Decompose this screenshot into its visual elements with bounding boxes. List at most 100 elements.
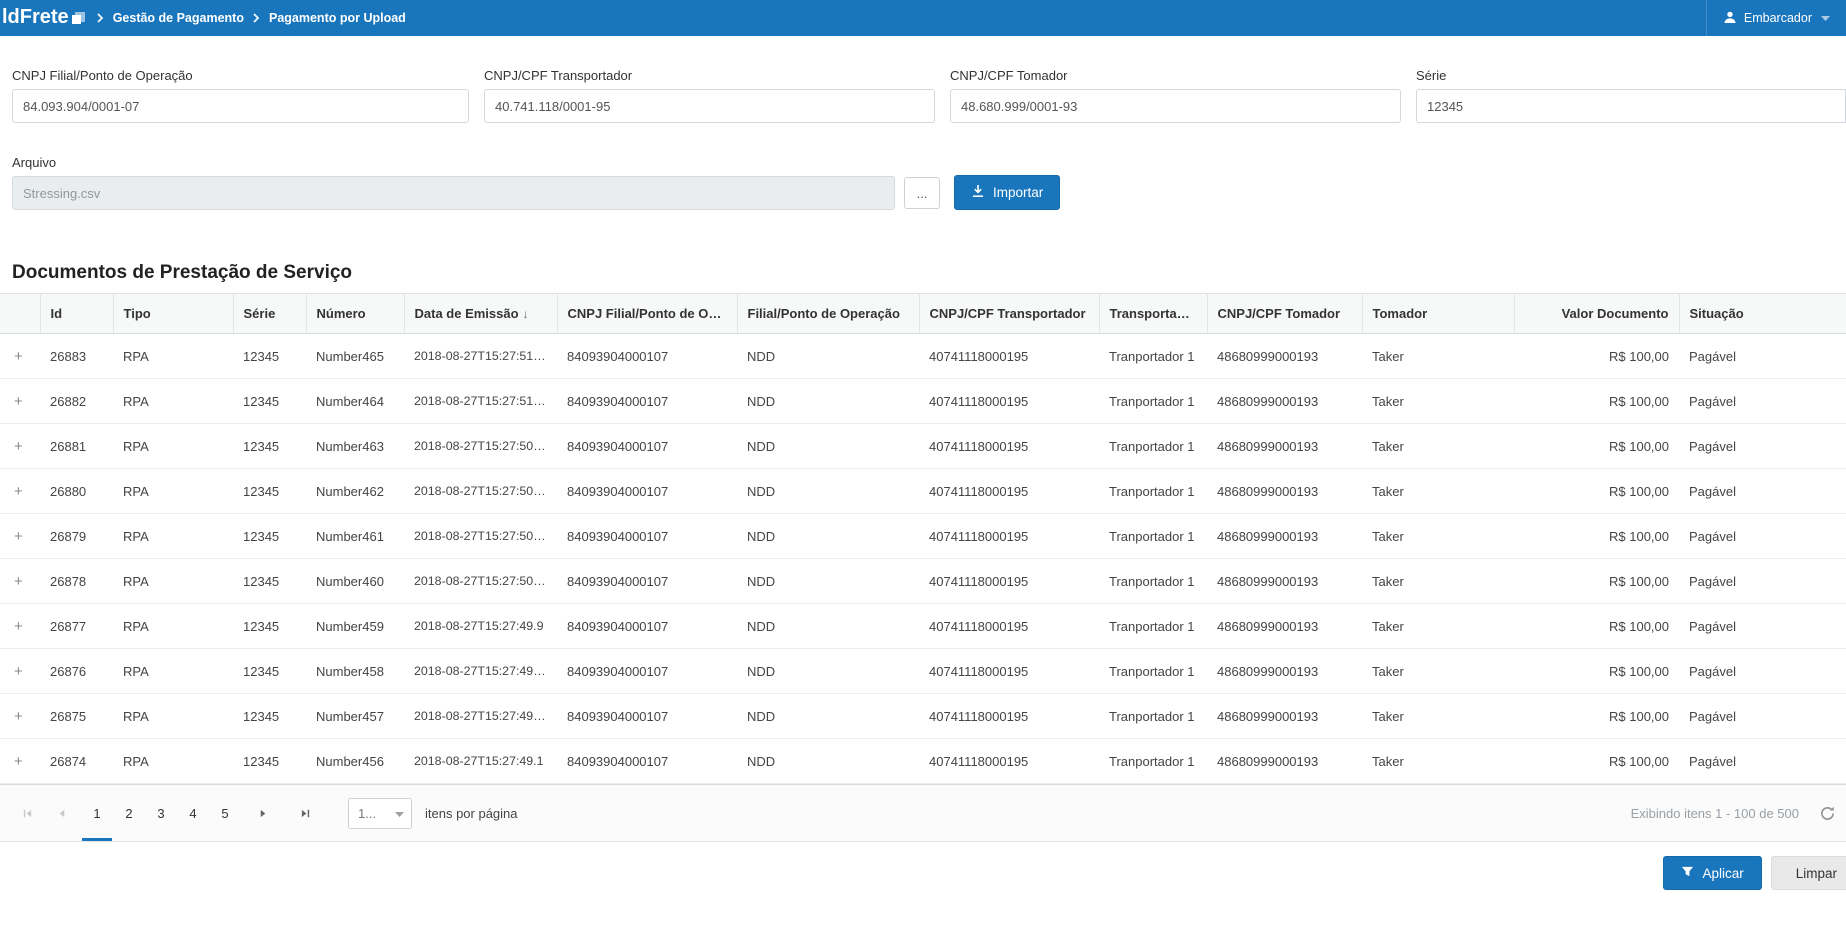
table-cell: 12345 bbox=[233, 694, 306, 739]
table-cell: Taker bbox=[1362, 379, 1514, 424]
filters-form: CNPJ Filial/Ponto de Operação CNPJ/CPF T… bbox=[0, 36, 1846, 210]
table-row: +26880RPA12345Number4622018-08-27T15:27:… bbox=[0, 469, 1846, 514]
page-button-2[interactable]: 2 bbox=[114, 785, 144, 841]
page-button-1[interactable]: 1 bbox=[82, 785, 112, 841]
table-cell: Tranportador 1 bbox=[1099, 469, 1207, 514]
table-cell: Pagável bbox=[1679, 559, 1846, 604]
table-cell: 84093904000107 bbox=[557, 424, 737, 469]
table-cell: Taker bbox=[1362, 559, 1514, 604]
expand-row-button[interactable]: + bbox=[0, 604, 40, 649]
table-cell: RPA bbox=[113, 604, 233, 649]
cnpj-filial-label: CNPJ Filial/Ponto de Operação bbox=[12, 68, 469, 83]
prev-page-button[interactable] bbox=[48, 800, 74, 826]
table-cell: Tranportador 1 bbox=[1099, 604, 1207, 649]
expand-row-button[interactable]: + bbox=[0, 694, 40, 739]
table-cell: 12345 bbox=[233, 604, 306, 649]
table-cell: Tranportador 1 bbox=[1099, 694, 1207, 739]
table-cell: 12345 bbox=[233, 334, 306, 379]
expand-row-button[interactable]: + bbox=[0, 424, 40, 469]
table-cell: Taker bbox=[1362, 424, 1514, 469]
table-cell: 40741118000195 bbox=[919, 469, 1099, 514]
table-cell: Pagável bbox=[1679, 514, 1846, 559]
column-header-serie[interactable]: Série bbox=[233, 294, 306, 334]
page-size-select[interactable]: 1... bbox=[348, 798, 412, 829]
expand-row-button[interactable]: + bbox=[0, 649, 40, 694]
table-cell: 84093904000107 bbox=[557, 559, 737, 604]
refresh-icon[interactable] bbox=[1819, 805, 1836, 822]
table-cell: NDD bbox=[737, 694, 919, 739]
table-cell: R$ 100,00 bbox=[1514, 424, 1679, 469]
expand-row-button[interactable]: + bbox=[0, 379, 40, 424]
clear-button[interactable]: Limpar bbox=[1771, 856, 1846, 890]
expand-row-button[interactable]: + bbox=[0, 469, 40, 514]
table-cell: R$ 100,00 bbox=[1514, 739, 1679, 784]
table-cell: 2018-08-27T15:27:49.36 bbox=[404, 694, 557, 739]
cnpj-transportador-input[interactable] bbox=[484, 89, 935, 123]
expand-row-button[interactable]: + bbox=[0, 739, 40, 784]
page-button-5[interactable]: 5 bbox=[210, 785, 240, 841]
table-cell: 40741118000195 bbox=[919, 559, 1099, 604]
serie-input[interactable] bbox=[1416, 89, 1846, 123]
table-cell: NDD bbox=[737, 469, 919, 514]
table-cell: 48680999000193 bbox=[1207, 424, 1362, 469]
column-header-transportador[interactable]: Transportador bbox=[1099, 294, 1207, 334]
expand-row-button[interactable]: + bbox=[0, 514, 40, 559]
cnpj-tomador-input[interactable] bbox=[950, 89, 1401, 123]
expand-row-button[interactable]: + bbox=[0, 334, 40, 379]
table-cell: NDD bbox=[737, 649, 919, 694]
page-button-4[interactable]: 4 bbox=[178, 785, 208, 841]
column-header-numero[interactable]: Número bbox=[306, 294, 404, 334]
expand-row-button[interactable]: + bbox=[0, 559, 40, 604]
browse-file-button[interactable]: ... bbox=[904, 177, 940, 209]
last-page-button[interactable] bbox=[292, 800, 318, 826]
per-page-label: itens por página bbox=[425, 806, 518, 821]
column-header-cnpj-transportador[interactable]: CNPJ/CPF Transportador bbox=[919, 294, 1099, 334]
breadcrumb-item-gestao[interactable]: Gestão de Pagamento bbox=[113, 11, 244, 25]
table-cell: 84093904000107 bbox=[557, 469, 737, 514]
chevron-right-icon bbox=[253, 13, 260, 23]
table-cell: R$ 100,00 bbox=[1514, 649, 1679, 694]
page-size-value: 1... bbox=[358, 806, 376, 821]
cnpj-transportador-label: CNPJ/CPF Transportador bbox=[484, 68, 935, 83]
table-row: +26882RPA12345Number4642018-08-27T15:27:… bbox=[0, 379, 1846, 424]
column-header-situacao[interactable]: Situação bbox=[1679, 294, 1846, 334]
table-cell: 48680999000193 bbox=[1207, 694, 1362, 739]
user-menu[interactable]: Embarcador bbox=[1706, 0, 1846, 36]
import-button-label: Importar bbox=[993, 185, 1043, 200]
breadcrumb-item-upload[interactable]: Pagamento por Upload bbox=[269, 11, 406, 25]
column-header-valor[interactable]: Valor Documento bbox=[1514, 294, 1679, 334]
cnpj-filial-input[interactable] bbox=[12, 89, 469, 123]
import-button[interactable]: Importar bbox=[954, 175, 1060, 210]
table-row: +26874RPA12345Number4562018-08-27T15:27:… bbox=[0, 739, 1846, 784]
first-page-button[interactable] bbox=[14, 800, 40, 826]
table-cell: Taker bbox=[1362, 739, 1514, 784]
column-header-tipo[interactable]: Tipo bbox=[113, 294, 233, 334]
apply-button[interactable]: Aplicar bbox=[1663, 856, 1761, 890]
column-header-data-emissao[interactable]: Data de Emissão↓ bbox=[404, 294, 557, 334]
table-cell: R$ 100,00 bbox=[1514, 559, 1679, 604]
table-cell: RPA bbox=[113, 469, 233, 514]
column-header-cnpj-filial[interactable]: CNPJ Filial/Ponto de Operaç... bbox=[557, 294, 737, 334]
table-cell: 48680999000193 bbox=[1207, 739, 1362, 784]
table-cell: 12345 bbox=[233, 739, 306, 784]
table-cell: 40741118000195 bbox=[919, 334, 1099, 379]
table-cell: Number463 bbox=[306, 424, 404, 469]
table-cell: R$ 100,00 bbox=[1514, 514, 1679, 559]
table-cell: 2018-08-27T15:27:50.477 bbox=[404, 514, 557, 559]
column-header-tomador[interactable]: Tomador bbox=[1362, 294, 1514, 334]
table-cell: 2018-08-27T15:27:51.517 bbox=[404, 334, 557, 379]
field-cnpj-filial: CNPJ Filial/Ponto de Operação bbox=[12, 68, 469, 123]
column-header-cnpj-tomador[interactable]: CNPJ/CPF Tomador bbox=[1207, 294, 1362, 334]
table-cell: Number461 bbox=[306, 514, 404, 559]
column-header-filial-ponto[interactable]: Filial/Ponto de Operação bbox=[737, 294, 919, 334]
table-row: +26883RPA12345Number4652018-08-27T15:27:… bbox=[0, 334, 1846, 379]
chevron-down-icon bbox=[395, 806, 404, 821]
arquivo-filename-input[interactable] bbox=[12, 176, 895, 210]
table-cell: Pagável bbox=[1679, 334, 1846, 379]
apply-button-label: Aplicar bbox=[1702, 866, 1743, 881]
user-menu-label: Embarcador bbox=[1744, 11, 1812, 25]
table-cell: Tranportador 1 bbox=[1099, 649, 1207, 694]
next-page-button[interactable] bbox=[250, 800, 276, 826]
page-button-3[interactable]: 3 bbox=[146, 785, 176, 841]
column-header-id[interactable]: Id bbox=[40, 294, 113, 334]
